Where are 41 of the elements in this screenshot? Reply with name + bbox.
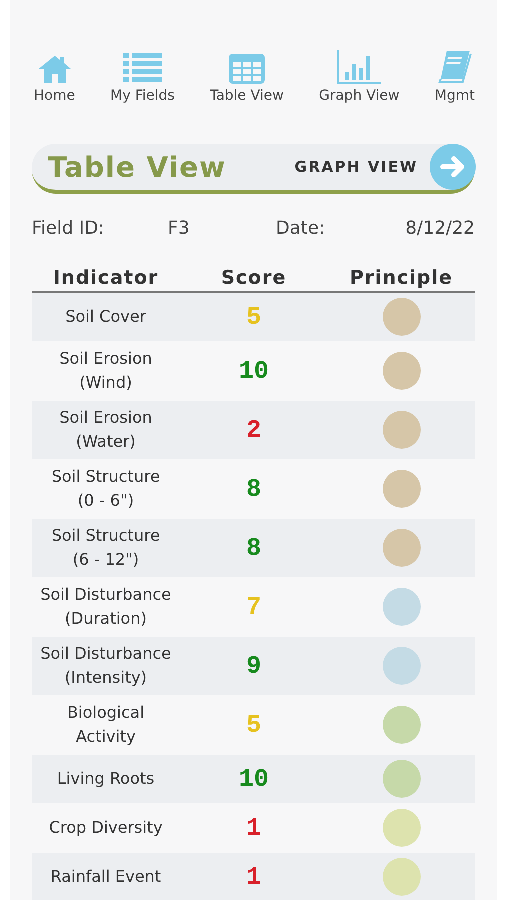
- nav-item[interactable]: My Fields: [108, 48, 177, 106]
- nav-item[interactable]: Home: [32, 48, 78, 106]
- indicator-cell-text: Soil Disturbance (Duration): [40, 584, 172, 630]
- nav-item[interactable]: Table View: [208, 48, 286, 106]
- list-icon: [122, 52, 163, 84]
- home-icon: [36, 54, 73, 84]
- indicator-cell-text: Soil Cover: [66, 306, 146, 328]
- field-id-label: Field ID:: [32, 218, 106, 239]
- score-cell: 1: [246, 814, 262, 842]
- score-cell: 8: [246, 534, 262, 562]
- book-icon: [436, 50, 473, 84]
- grid-icon: [229, 54, 266, 84]
- score-cell: 5: [246, 710, 262, 740]
- column-header: Score: [221, 267, 287, 289]
- score-cell: 10: [238, 356, 269, 386]
- indicator-cell-text: Soil Disturbance (Intensity): [40, 643, 172, 689]
- column-header: Principle: [350, 267, 454, 289]
- indicator-cell-text: Soil Erosion (Water): [60, 407, 152, 453]
- indicator-cell-text: Rainfall Event: [50, 866, 162, 888]
- date-label: Date:: [276, 218, 326, 239]
- page-title: Table View: [48, 150, 226, 184]
- score-cell: 5: [246, 302, 262, 332]
- indicator-cell-text: Crop Diversity: [49, 817, 163, 839]
- score-cell: 10: [238, 764, 269, 794]
- indicator-cell-text: Soil Structure (6 - 12"): [52, 525, 160, 571]
- score-cell: 2: [246, 416, 262, 444]
- column-header: Indicator: [53, 267, 159, 289]
- date-value: 8/12/22: [406, 218, 475, 239]
- field-id-value: F3: [168, 218, 191, 239]
- bar-chart-icon: [337, 50, 382, 84]
- indicator-cell-text: Soil Structure (0 - 6"): [52, 466, 160, 512]
- nav-item[interactable]: Graph View: [317, 48, 402, 106]
- indicator-cell-text: Living Roots: [57, 768, 155, 790]
- indicator-cell-text: Biological Activity: [67, 702, 145, 748]
- score-cell: 8: [246, 474, 262, 504]
- indicator-cell-text: Soil Erosion (Wind): [60, 348, 152, 394]
- nav-item[interactable]: Mgmt: [432, 48, 477, 106]
- score-cell: 7: [246, 592, 262, 622]
- graph-view-link[interactable]: GRAPH VIEW: [294, 144, 476, 190]
- score-cell: 9: [246, 652, 262, 680]
- score-cell: 1: [246, 862, 262, 892]
